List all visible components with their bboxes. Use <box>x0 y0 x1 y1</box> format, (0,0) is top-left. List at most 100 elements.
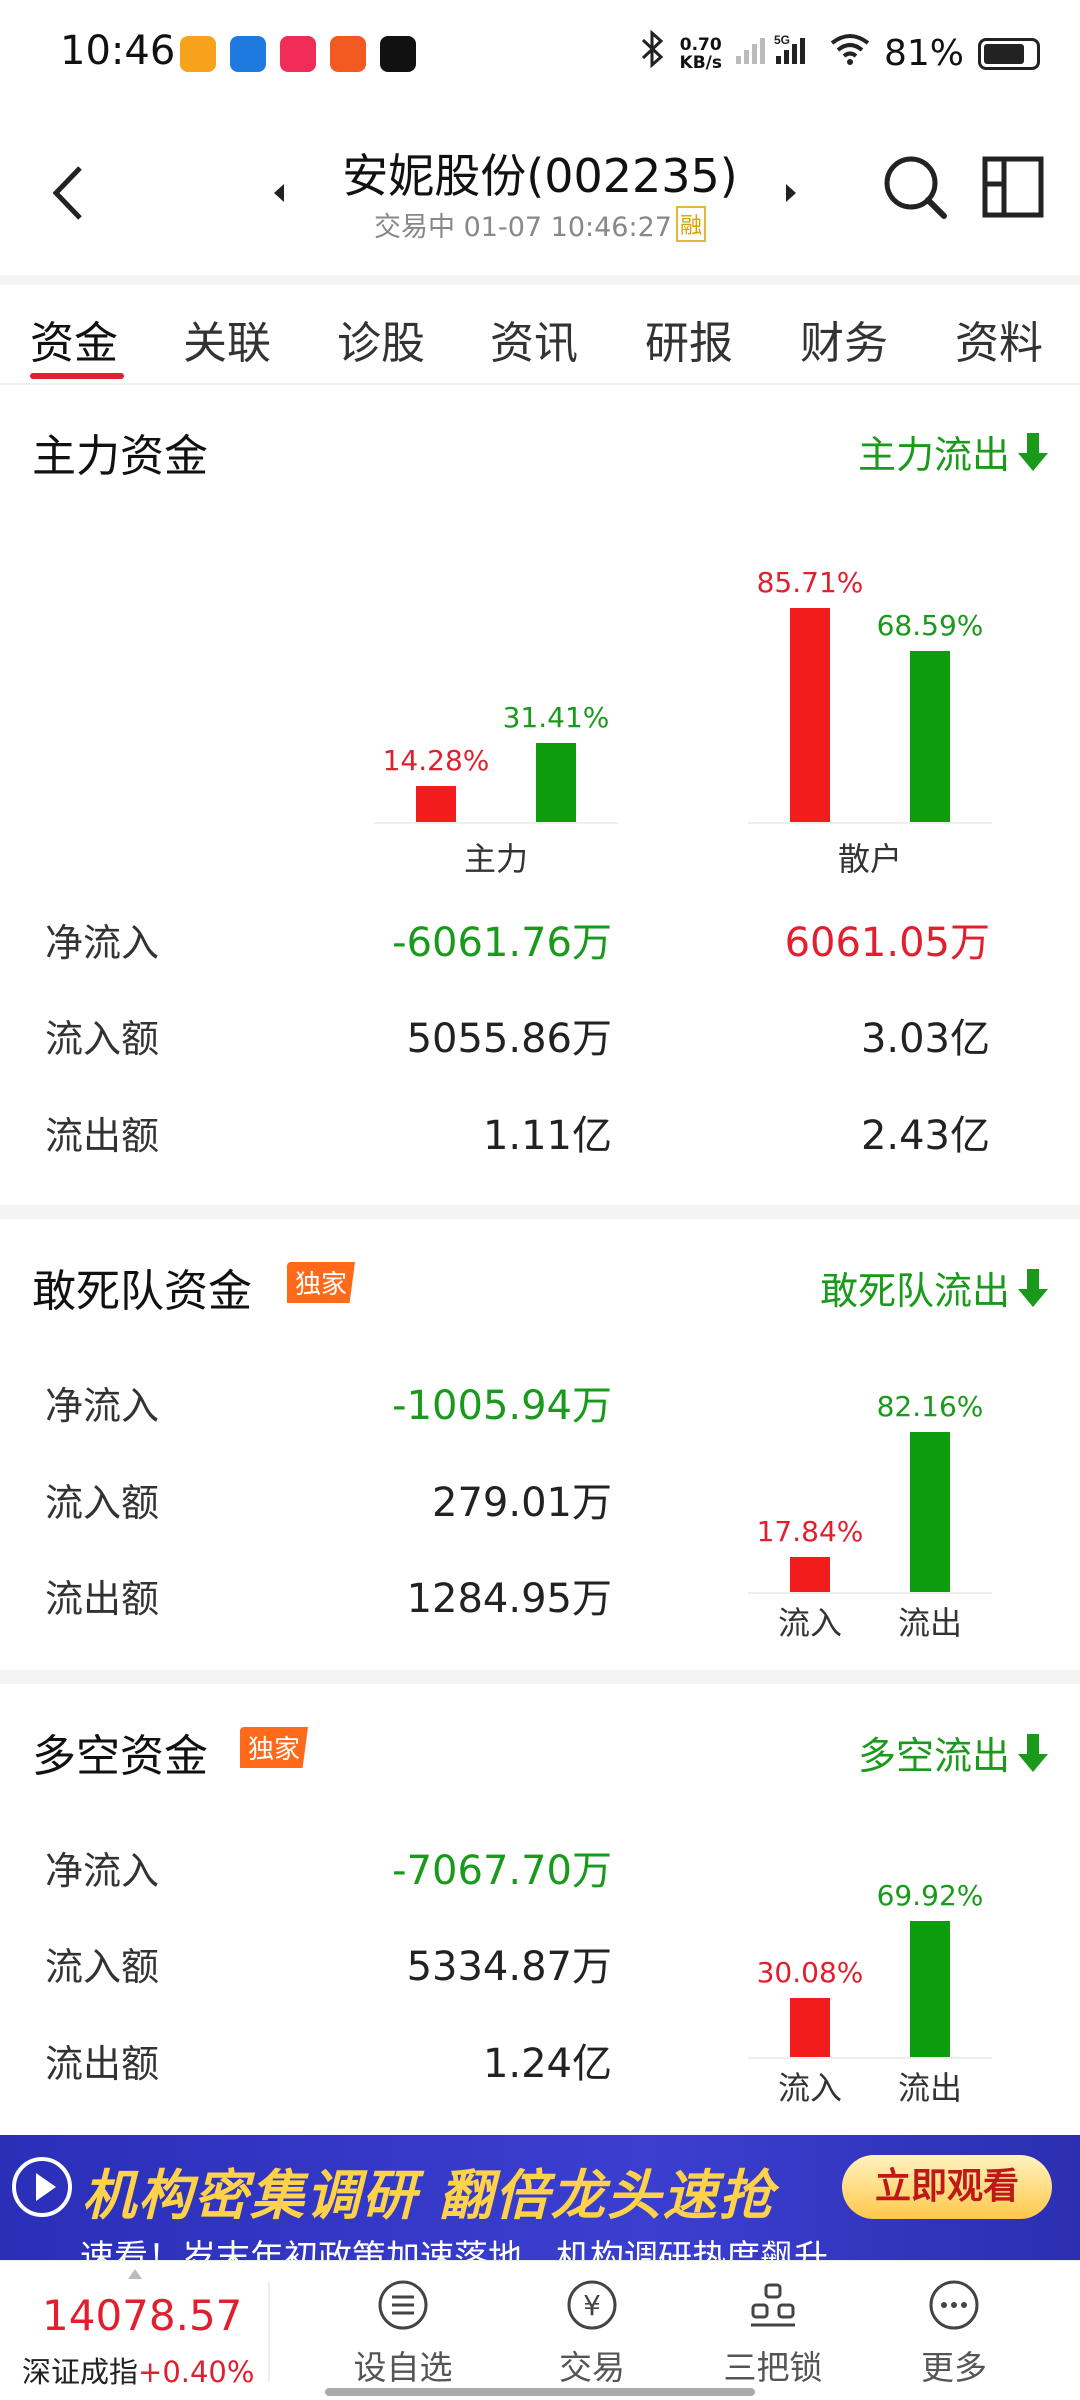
chart-data-label: 68.59% <box>876 609 984 642</box>
flow-direction-label: 敢死队流出 <box>819 1269 1010 1313</box>
section-title: 主力资金 <box>32 431 208 482</box>
index-name: 深证成指 <box>22 2355 139 2389</box>
nav-three-locks[interactable]: 三把锁 <box>703 2279 843 2389</box>
main-outflow: 1.11亿 <box>482 1113 612 1159</box>
chart-bar <box>790 608 830 822</box>
index-value[interactable]: 14078.57 <box>42 2291 242 2340</box>
locks-icon <box>751 2283 795 2327</box>
chart-data-label: 31.41% <box>502 701 610 734</box>
stock-header: 安妮股份(002235) 交易中 01-07 10:46:27 融 <box>0 110 1080 270</box>
chart-bar <box>536 743 576 822</box>
yuan-icon: ¥ <box>567 2280 617 2330</box>
chart-category-label: 流出 <box>897 2069 962 2107</box>
section-title: 敢死队资金 <box>32 1266 252 1317</box>
chart-category-label: 流入 <box>777 2069 842 2107</box>
chart-category-label: 流入 <box>777 1604 842 1642</box>
main-inflow: 5055.86万 <box>406 1016 612 1062</box>
dare-inflow: 279.01万 <box>432 1480 612 1526</box>
search-icon[interactable] <box>880 152 950 222</box>
chart-baseline <box>748 822 992 824</box>
banner-subtext: 速看！岁末年初政策加速落地，机构调研热度飙升 <box>80 2238 828 2260</box>
active-tab-indicator <box>30 373 124 379</box>
tab-bar: 资金 关联 诊股 资讯 研报 财务 资料 <box>0 275 1080 385</box>
home-indicator[interactable] <box>325 2388 755 2396</box>
retail-outflow: 2.43亿 <box>860 1113 990 1159</box>
tab-finance[interactable]: 财务 <box>800 307 888 371</box>
flow-direction-label: 主力流出 <box>857 433 1010 477</box>
row-label: 流入额 <box>45 1945 160 1989</box>
flow-direction-label: 多空流出 <box>857 1734 1010 1778</box>
arrow-down-icon <box>1018 1268 1048 1307</box>
row-label: 流入额 <box>45 1481 160 1525</box>
longshort-inflow: 5334.87万 <box>406 1944 612 1990</box>
longshort-net-inflow: -7067.70万 <box>392 1848 612 1894</box>
status-bar: 10:46 0.70 KB/s 5G 81% <box>0 0 1080 110</box>
svg-text:¥: ¥ <box>583 2289 601 2322</box>
watchlist-icon <box>378 2280 428 2330</box>
tab-news[interactable]: 资讯 <box>490 307 578 371</box>
longshort-outflow: 1.24亿 <box>482 2041 612 2087</box>
nav-label: 设自选 <box>353 2348 453 2387</box>
exclusive-badge: 独家 <box>240 1727 309 1768</box>
nav-label: 更多 <box>921 2348 987 2387</box>
section-title: 多空资金 <box>32 1731 208 1782</box>
layout-switch-icon[interactable] <box>980 154 1046 220</box>
status-right: 0.70 KB/s 5G 81% <box>640 29 1040 77</box>
chart-bar <box>910 1921 950 2057</box>
row-label: 流入额 <box>45 1017 160 1061</box>
tab-diagnosis[interactable]: 诊股 <box>337 307 425 371</box>
play-icon <box>12 2157 72 2217</box>
battery-icon <box>978 37 1040 70</box>
trade-status-text: 交易中 01-07 10:46:27 <box>374 212 672 243</box>
chart-data-label: 14.28% <box>382 744 490 777</box>
chart-baseline <box>374 822 618 824</box>
retail-net-inflow: 6061.05万 <box>784 920 990 966</box>
tab-profile[interactable]: 资料 <box>955 307 1043 371</box>
chart-baseline <box>748 2057 992 2059</box>
bluetooth-icon <box>640 29 666 77</box>
tab-related[interactable]: 关联 <box>183 307 271 371</box>
chart-bar <box>910 1432 950 1592</box>
svg-text:5G: 5G <box>774 33 790 47</box>
next-stock-icon[interactable] <box>784 182 798 204</box>
row-label: 净流入 <box>45 1849 160 1893</box>
promo-banner[interactable]: 机构密集调研 翻倍龙头速抢 立即观看 速看！岁末年初政策加速落地，机构调研热度飙… <box>0 2135 1080 2260</box>
retail-inflow: 3.03亿 <box>860 1016 990 1062</box>
nav-trade[interactable]: ¥ 交易 <box>522 2279 662 2389</box>
status-time: 10:46 <box>60 28 176 74</box>
nav-label: 交易 <box>559 2348 625 2387</box>
app-notification-icon <box>230 36 266 72</box>
chart-bar <box>910 651 950 822</box>
signal-icon: 5G <box>735 32 816 75</box>
index-info[interactable]: 深证成指+0.40% <box>22 2349 254 2391</box>
chart-data-label: 17.84% <box>756 1515 864 1548</box>
section-divider <box>0 1670 1080 1684</box>
main-net-inflow: -6061.76万 <box>392 920 612 966</box>
nav-add-watchlist[interactable]: 设自选 <box>333 2279 473 2389</box>
watch-now-button[interactable]: 立即观看 <box>842 2155 1052 2219</box>
bottom-bar: 14078.57 深证成指+0.40% 设自选 ¥ 交易 三把锁 更多 <box>0 2260 1080 2400</box>
margin-badge: 融 <box>675 206 706 242</box>
flow-direction: 敢死队流出 <box>820 1260 1048 1315</box>
expand-up-icon[interactable] <box>128 2269 142 2279</box>
index-change: +0.40% <box>138 2355 255 2389</box>
wifi-icon <box>830 33 870 74</box>
dare-outflow: 1284.95万 <box>406 1576 612 1622</box>
chart-data-label: 85.71% <box>756 566 864 599</box>
tab-funds[interactable]: 资金 <box>30 307 118 371</box>
chart-baseline <box>748 1592 992 1594</box>
network-speed: 0.70 KB/s <box>679 34 722 73</box>
flow-direction: 多空流出 <box>858 1725 1048 1780</box>
battery-percent: 81% <box>883 33 964 74</box>
app-notification-icon <box>180 36 216 72</box>
arrow-down-icon <box>1018 432 1048 471</box>
nav-more[interactable]: 更多 <box>884 2279 1024 2389</box>
chart-bar <box>416 786 456 822</box>
row-label: 流出额 <box>45 1577 160 1621</box>
app-notification-icon <box>330 36 366 72</box>
chart-category-label: 流出 <box>897 1604 962 1642</box>
arrow-down-icon <box>1018 1733 1048 1772</box>
chart-bar <box>790 1557 830 1592</box>
tab-research[interactable]: 研报 <box>645 307 733 371</box>
status-app-icons <box>180 36 416 72</box>
